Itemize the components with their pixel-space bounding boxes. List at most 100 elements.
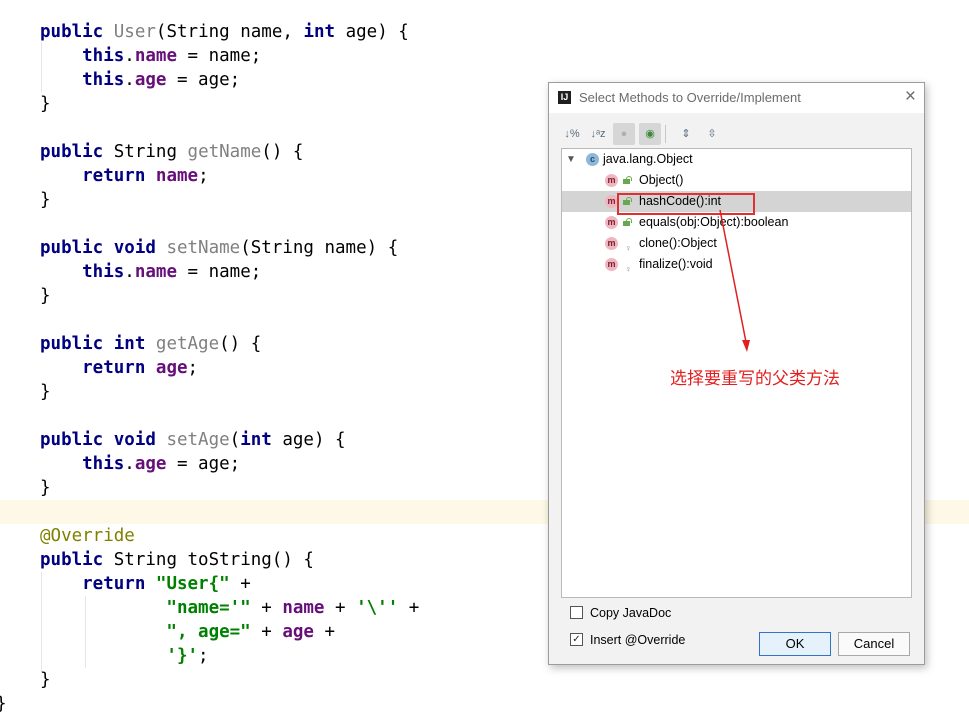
code-token: age) { [282, 430, 346, 450]
method-row[interactable]: m equals(obj:Object):boolean [562, 212, 911, 233]
code-token: @Override [40, 526, 135, 546]
method-row[interactable]: m ♀ finalize():void [562, 254, 911, 275]
code-line: } [40, 668, 51, 692]
code-token: public int [40, 334, 156, 354]
code-token: public void [40, 238, 167, 258]
code-line: } [40, 380, 51, 404]
code-line: this.name = name; [40, 260, 261, 284]
code-line: public int getAge() { [40, 332, 261, 356]
code-token: } [40, 382, 51, 402]
close-icon[interactable]: × [905, 86, 916, 108]
code-token: "name='" [40, 598, 251, 618]
code-token: name [282, 598, 325, 618]
cancel-button[interactable]: Cancel [838, 632, 910, 656]
code-line: return "User{" + [40, 572, 251, 596]
code-token: = age; [166, 70, 241, 90]
code-line: public String getName() { [40, 140, 303, 164]
method-label: clone():Object [639, 236, 717, 250]
method-icon: m [605, 258, 618, 271]
code-token: String name, [166, 22, 304, 42]
code-token: return [40, 574, 156, 594]
code-token: + [229, 574, 251, 594]
method-icon: m [605, 237, 618, 250]
code-token: + [250, 622, 283, 642]
code-token: public [40, 550, 114, 570]
code-token: } [40, 190, 51, 210]
ok-button[interactable]: OK [759, 632, 831, 656]
code-token: age [134, 70, 167, 90]
code-token: "User{" [155, 574, 230, 594]
code-line: @Override [40, 524, 135, 548]
code-line: this.name = name; [40, 44, 261, 68]
code-token: age [134, 454, 167, 474]
code-token: } [0, 694, 7, 714]
annotation-text: 选择要重写的父类方法 [670, 369, 840, 389]
code-line: } [40, 284, 51, 308]
code-line: return name; [40, 164, 209, 188]
code-token: this [40, 262, 125, 282]
highlight-box [617, 193, 755, 215]
code-token: getAge [155, 334, 220, 354]
code-line: this.age = age; [40, 452, 240, 476]
collapse-all-icon[interactable]: ⇳ [701, 123, 723, 145]
method-label: equals(obj:Object):boolean [639, 215, 789, 229]
code-token: = name; [177, 262, 262, 282]
code-token: age [155, 358, 188, 378]
code-token: ( [155, 22, 167, 42]
expand-all-icon[interactable]: ⇕ [675, 123, 697, 145]
intellij-app-icon: IJ [558, 91, 571, 104]
code-token: name [134, 262, 177, 282]
chevron-down-icon[interactable]: ▼ [566, 149, 576, 170]
code-token: '}' [40, 646, 199, 666]
code-token: age) { [345, 22, 409, 42]
code-token: } [40, 94, 51, 114]
code-token: . [124, 46, 135, 66]
checkbox-unchecked[interactable] [570, 606, 583, 619]
code-token: + [398, 598, 420, 618]
method-row[interactable]: m Object() [562, 170, 911, 191]
code-token: int [240, 430, 283, 450]
toolbar-separator [665, 125, 666, 143]
copy-javadoc-label: Copy JavaDoc [590, 606, 672, 620]
code-token: . [124, 70, 135, 90]
code-line: } [40, 476, 51, 500]
code-token: getName [187, 142, 262, 162]
code-token: } [40, 286, 51, 306]
code-token: ; [187, 358, 199, 378]
code-token: setName [166, 238, 241, 258]
code-token: + [324, 598, 357, 618]
code-token: + [313, 622, 336, 642]
code-token: public void [40, 430, 167, 450]
code-line: ", age=" + age + [40, 620, 335, 644]
code-token: ( [229, 430, 241, 450]
code-line: return age; [40, 356, 198, 380]
code-line: public void setName(String name) { [40, 236, 398, 260]
class-icon: c [586, 153, 599, 166]
code-token: return [40, 358, 156, 378]
public-visibility-icon [623, 176, 632, 184]
code-token: ; [198, 646, 209, 666]
sort-alphabetically-icon[interactable]: ↓ᵃz [587, 123, 609, 145]
show-interfaces-icon[interactable]: ◉ [639, 123, 661, 145]
code-token: ; [198, 166, 209, 186]
code-token: String toString() { [113, 550, 314, 570]
code-line: } [40, 92, 51, 116]
code-token: . [124, 262, 135, 282]
code-token: . [124, 454, 135, 474]
sort-by-visibility-icon[interactable]: ↓% [561, 123, 583, 145]
dialog-title: Select Methods to Override/Implement [579, 90, 801, 105]
code-line: "name='" + name + '\'' + [40, 596, 419, 620]
tree-root-row[interactable]: ▼ c java.lang.Object [562, 149, 911, 170]
code-token: (String name) { [240, 238, 399, 258]
checkbox-checked[interactable]: ✓ [570, 633, 583, 646]
code-token: name [155, 166, 199, 186]
code-token: this [40, 454, 125, 474]
insert-override-label: Insert @Override [590, 633, 686, 647]
method-row[interactable]: m ♀ clone():Object [562, 233, 911, 254]
code-token: String [113, 142, 188, 162]
code-token: ", age=" [40, 622, 251, 642]
show-classes-icon[interactable]: ● [613, 123, 635, 145]
code-line: public void setAge(int age) { [40, 428, 346, 452]
method-icon: m [605, 216, 618, 229]
code-line: } [40, 188, 51, 212]
